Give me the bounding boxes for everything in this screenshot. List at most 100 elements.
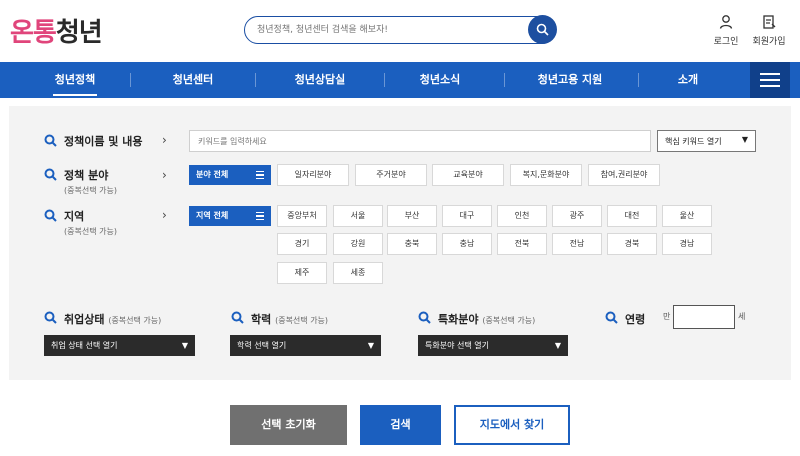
search-icon xyxy=(44,311,57,324)
employment-label-text: 취업상태 xyxy=(64,313,105,326)
signup-link[interactable]: 회원가입 xyxy=(747,14,791,47)
region-chip[interactable]: 중앙부처 xyxy=(277,205,327,227)
search-icon xyxy=(231,311,244,324)
education-label-text: 학력 xyxy=(251,313,272,326)
education-label: 학력 (중복선택 가능) xyxy=(251,311,328,327)
search-icon xyxy=(418,311,431,324)
field-chip-welfare[interactable]: 복지,문화분야 xyxy=(510,164,582,186)
all-menu-button[interactable] xyxy=(750,62,790,98)
dropdown-arrow-icon: ▼ xyxy=(554,341,561,350)
employment-label: 취업상태 (중복선택 가능) xyxy=(64,311,161,327)
hamburger-icon-bar xyxy=(760,85,780,87)
nav-item-counsel[interactable]: 청년상담실 xyxy=(275,62,365,98)
site-logo[interactable]: 온통청년 xyxy=(10,12,103,49)
nav-item-news[interactable]: 청년소식 xyxy=(400,62,480,98)
nav-item-center[interactable]: 청년센터 xyxy=(153,62,233,98)
region-chip[interactable]: 경북 xyxy=(607,233,657,255)
core-keyword-select[interactable]: 핵심 키워드 열기 ▼ xyxy=(657,130,756,152)
region-chip[interactable]: 제주 xyxy=(277,262,327,284)
dropdown-arrow-icon: ▼ xyxy=(367,341,374,350)
region-chip[interactable]: 대구 xyxy=(442,205,492,227)
hamburger-icon-bar xyxy=(760,79,780,81)
special-label-text: 특화분야 xyxy=(438,313,479,326)
field-chip-housing[interactable]: 주거분야 xyxy=(355,164,427,186)
search-button[interactable] xyxy=(528,15,557,44)
chevron-right-icon: › xyxy=(162,168,167,182)
region-chip[interactable]: 세종 xyxy=(333,262,383,284)
list-icon xyxy=(256,171,264,179)
nav-item-policy[interactable]: 청년정책 xyxy=(35,62,115,98)
field-chip-participation[interactable]: 참여,권리분야 xyxy=(588,164,660,186)
field-chip-education[interactable]: 교육분야 xyxy=(432,164,504,186)
region-chip[interactable]: 서울 xyxy=(333,205,383,227)
region-all-label: 지역 전체 xyxy=(196,211,229,220)
field-all-label: 분야 전체 xyxy=(196,170,229,179)
chevron-right-icon: › xyxy=(162,208,167,222)
region-chip[interactable]: 인천 xyxy=(497,205,547,227)
hamburger-icon-bar xyxy=(760,73,780,75)
employment-select[interactable]: 취업 상태 선택 열기 ▼ xyxy=(44,335,195,356)
find-on-map-button[interactable]: 지도에서 찾기 xyxy=(454,405,570,445)
nav-divider xyxy=(130,73,131,87)
education-note: (중복선택 가능) xyxy=(275,316,329,325)
field-sub-note: (중복선택 가능) xyxy=(64,186,117,195)
age-prefix: 만 xyxy=(663,312,671,321)
region-label: 지역 (중복선택 가능) xyxy=(64,208,117,237)
employment-note: (중복선택 가능) xyxy=(108,316,162,325)
user-icon xyxy=(719,15,733,29)
field-label: 정책 분야 (중복선택 가능) xyxy=(64,167,117,196)
signup-icon xyxy=(763,15,776,29)
search-icon xyxy=(536,23,549,36)
age-input[interactable] xyxy=(673,305,735,329)
dropdown-arrow-icon: ▼ xyxy=(741,135,748,144)
logo-text-2: 청년 xyxy=(55,18,103,48)
reset-button[interactable]: 선택 초기화 xyxy=(230,405,347,445)
keyword-label: 정책이름 및 내용 xyxy=(64,135,143,148)
special-select[interactable]: 특화분야 선택 열기 ▼ xyxy=(418,335,568,356)
search-icon xyxy=(44,134,57,147)
region-chip[interactable]: 전북 xyxy=(497,233,547,255)
region-chip[interactable]: 강원 xyxy=(333,233,383,255)
region-chip[interactable]: 대전 xyxy=(607,205,657,227)
global-search-input[interactable] xyxy=(257,22,517,38)
keyword-input[interactable] xyxy=(189,130,651,152)
nav-divider xyxy=(638,73,639,87)
region-chip[interactable]: 전남 xyxy=(552,233,602,255)
region-label-text: 지역 xyxy=(64,210,85,223)
nav-item-about[interactable]: 소개 xyxy=(660,62,716,98)
region-chip[interactable]: 부산 xyxy=(387,205,437,227)
field-all-button[interactable]: 분야 전체 xyxy=(189,165,271,185)
special-label: 특화분야 (중복선택 가능) xyxy=(438,311,535,327)
education-select-label: 학력 선택 열기 xyxy=(237,341,287,350)
nav-divider xyxy=(255,73,256,87)
login-label: 로그인 xyxy=(713,37,739,47)
region-chip[interactable]: 충북 xyxy=(387,233,437,255)
chevron-right-icon: › xyxy=(162,133,167,147)
region-chip[interactable]: 울산 xyxy=(662,205,712,227)
region-all-button[interactable]: 지역 전체 xyxy=(189,206,271,226)
search-submit-button[interactable]: 검색 xyxy=(360,405,441,445)
employment-select-label: 취업 상태 선택 열기 xyxy=(51,341,118,350)
nav-divider xyxy=(384,73,385,87)
search-icon xyxy=(44,209,57,222)
logo-text-1: 온통 xyxy=(10,18,57,48)
region-sub-note: (중복선택 가능) xyxy=(64,227,117,236)
region-chip[interactable]: 광주 xyxy=(552,205,602,227)
site-header: 온통청년 로그인 회원가입 xyxy=(0,0,800,62)
field-chip-jobs[interactable]: 일자리분야 xyxy=(277,164,349,186)
region-chip[interactable]: 경남 xyxy=(662,233,712,255)
global-search xyxy=(244,15,557,44)
region-chip[interactable]: 충남 xyxy=(442,233,492,255)
education-select[interactable]: 학력 선택 열기 ▼ xyxy=(230,335,381,356)
special-note: (중복선택 가능) xyxy=(482,316,536,325)
core-keyword-select-label: 핵심 키워드 열기 xyxy=(665,137,722,146)
nav-divider xyxy=(504,73,505,87)
age-label: 연령 xyxy=(625,313,646,326)
signup-label: 회원가입 xyxy=(752,37,786,47)
dropdown-arrow-icon: ▼ xyxy=(181,341,188,350)
main-nav: 청년정책 청년센터 청년상담실 청년소식 청년고용 지원 소개 xyxy=(0,62,800,98)
nav-item-employment[interactable]: 청년고용 지원 xyxy=(520,62,620,98)
login-link[interactable]: 로그인 xyxy=(704,14,748,47)
region-chip[interactable]: 경기 xyxy=(277,233,327,255)
search-icon xyxy=(605,311,618,324)
